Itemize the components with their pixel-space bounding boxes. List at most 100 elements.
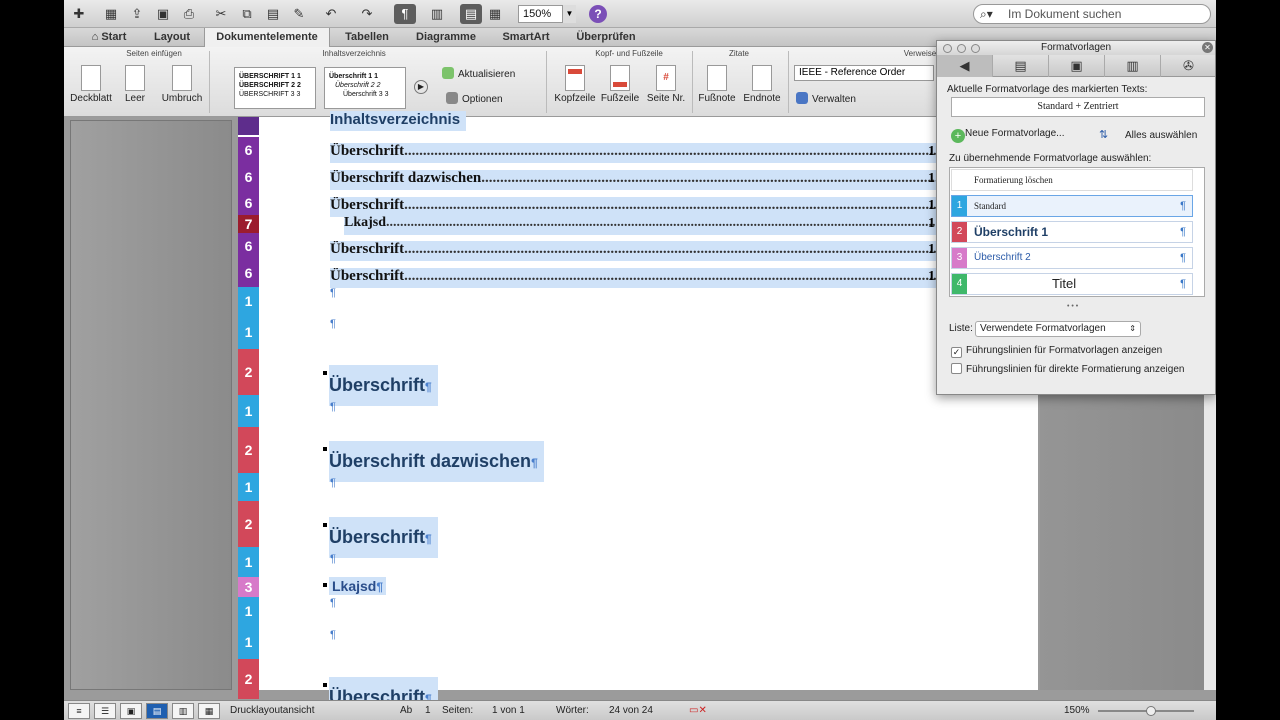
publishing-view-icon[interactable]: ▣: [120, 703, 142, 719]
style-bar-segment: 1: [238, 315, 259, 349]
copy-icon[interactable]: ⧉: [236, 4, 258, 24]
toolbox-icon[interactable]: ▤: [460, 4, 482, 24]
style-bar-segment: 2: [238, 427, 259, 473]
palette-title: Formatvorlagen: [1040, 42, 1112, 53]
media-browser-icon[interactable]: ▦: [484, 4, 506, 24]
guides-styles-checkbox[interactable]: ✓ Führungslinien für Formatvorlagen anzei…: [951, 345, 1162, 358]
toc-gallery-item-classic[interactable]: ÜBERSCHRIFT 1 1 ÜBERSCHRIFT 2 2 ÜBERSCHR…: [234, 67, 316, 109]
fussnote-button[interactable]: Fußnote: [696, 65, 738, 104]
aktualisieren-button[interactable]: Aktualisieren: [442, 67, 515, 80]
style-name: Titel: [1052, 276, 1077, 291]
kopfzeile-button[interactable]: Kopfzeile: [552, 65, 598, 104]
tab-start[interactable]: ⌂ Start: [84, 28, 134, 47]
draft-view-icon[interactable]: ≡: [68, 703, 90, 719]
outline-view-icon[interactable]: ☰: [94, 703, 116, 719]
style-item[interactable]: 4 Titel ¶: [951, 273, 1193, 295]
help-icon[interactable]: ?: [589, 5, 607, 23]
toc-entry[interactable]: Überschrift dazwischen..................…: [330, 170, 940, 190]
templates-icon[interactable]: ▦: [100, 4, 122, 24]
deckblatt-button[interactable]: Deckblatt: [68, 65, 114, 104]
minimize-dot-icon[interactable]: [957, 44, 966, 53]
paste-icon[interactable]: ▤: [262, 4, 284, 24]
zoom-dot-icon[interactable]: [971, 44, 980, 53]
heading[interactable]: Überschrift¶: [329, 517, 438, 558]
status-zoom: 150%: [1064, 705, 1090, 716]
tab-dokumentelemente[interactable]: Dokumentelemente: [204, 28, 330, 48]
tab-tabellen[interactable]: Tabellen: [334, 28, 400, 47]
new-style-button[interactable]: + Neue Formatvorlage...: [951, 128, 1065, 143]
keep-with-next-marker: [323, 371, 327, 375]
citation-style-select[interactable]: IEEE - Reference Order: [794, 65, 934, 81]
toc-entry[interactable]: Überschrift.............................…: [330, 268, 940, 288]
styles-tab-icon[interactable]: ◀: [937, 55, 993, 77]
toc-page-number: 1: [928, 171, 935, 186]
new-style-label: Neue Formatvorlage...: [965, 128, 1065, 139]
toc-num: 1: [296, 73, 301, 80]
gallery-next-icon[interactable]: ▶: [414, 80, 428, 94]
open-icon[interactable]: ⇪: [126, 4, 148, 24]
fusszeile-button[interactable]: Fußzeile: [600, 65, 640, 104]
heading[interactable]: Lkajsd¶: [329, 577, 387, 595]
undo-icon[interactable]: ↶: [320, 4, 342, 24]
sidebar-icon[interactable]: ▥: [426, 4, 448, 24]
toc-gallery-item-modern[interactable]: Überschrift 1 1 Überschrift 2 2 Überschr…: [324, 67, 406, 109]
heading-text: Überschrift dazwischen: [329, 451, 532, 471]
style-bar-segment: 6: [238, 164, 259, 191]
select-all-button[interactable]: ⇅ Alles auswählen: [1099, 128, 1197, 141]
heading[interactable]: Überschrift dazwischen¶: [329, 441, 544, 482]
compatibility-tab-icon[interactable]: ✇: [1161, 55, 1216, 77]
more-dots: • • •: [1067, 303, 1079, 310]
redo-icon[interactable]: ↷: [356, 4, 378, 24]
style-bar-segment: 1: [238, 597, 259, 625]
clear-formatting-item[interactable]: Formatierung löschen: [951, 169, 1193, 191]
close-dot-icon[interactable]: [943, 44, 952, 53]
chevron-down-icon[interactable]: ▼: [562, 5, 576, 23]
search-input[interactable]: ⌕▾ Im Dokument suchen: [973, 4, 1211, 24]
list-filter-select[interactable]: Verwendete Formatvorlagen ⇕: [975, 321, 1141, 337]
citations-tab-icon[interactable]: ▤: [993, 55, 1049, 77]
toc-entry[interactable]: Überschrift.............................…: [330, 241, 940, 261]
toc-leader: ........................................…: [386, 215, 940, 230]
tab-ueberpruefen[interactable]: Überprüfen: [566, 28, 646, 47]
reference-tools-tab-icon[interactable]: ▥: [1105, 55, 1161, 77]
fullscreen-view-icon[interactable]: ▦: [198, 703, 220, 719]
print-layout-view-icon[interactable]: ▤: [146, 703, 168, 719]
toc-entry-text: Überschrift: [330, 241, 405, 257]
style-item[interactable]: 2 Überschrift 1 ¶: [951, 221, 1193, 243]
zoom-slider-thumb[interactable]: [1146, 706, 1156, 716]
select-all-label: Alles auswählen: [1125, 130, 1198, 141]
seite-nr-button[interactable]: # Seite Nr.: [644, 65, 688, 104]
optionen-button[interactable]: Optionen: [446, 92, 503, 105]
palette-close-icon[interactable]: ✕: [1202, 42, 1213, 53]
save-icon[interactable]: ▣: [152, 4, 174, 24]
group-seiten-einfuegen: Seiten einfügen: [126, 49, 182, 58]
format-painter-icon[interactable]: ✎: [288, 4, 310, 24]
tab-layout[interactable]: Layout: [144, 28, 200, 47]
style-item[interactable]: 3 Überschrift 2 ¶: [951, 247, 1193, 269]
spelling-icon[interactable]: ▭✕: [689, 705, 707, 716]
verwalten-button[interactable]: Verwalten: [796, 92, 856, 105]
tab-diagramme[interactable]: Diagramme: [404, 28, 488, 47]
leer-button[interactable]: Leer: [120, 65, 150, 104]
show-pilcrow-icon[interactable]: ¶: [394, 4, 416, 24]
cut-icon[interactable]: ✂: [210, 4, 232, 24]
endnote-button[interactable]: Endnote: [742, 65, 782, 104]
toc-entry[interactable]: Lkajsd..................................…: [344, 215, 940, 235]
style-item[interactable]: 1 Standard ¶: [951, 195, 1193, 217]
tab-smartart[interactable]: SmartArt: [492, 28, 560, 47]
pilcrow-mark: ¶: [330, 553, 336, 565]
new-document-icon[interactable]: ✚: [68, 4, 90, 24]
notebook-view-icon[interactable]: ▥: [172, 703, 194, 719]
scrapbook-tab-icon[interactable]: ▣: [1049, 55, 1105, 77]
vertical-scrollbar[interactable]: [1204, 395, 1216, 690]
toc-entry[interactable]: Überschrift.............................…: [330, 197, 940, 217]
guides-direct-checkbox[interactable]: Führungslinien für direkte Formatierung …: [951, 363, 1184, 375]
document-page[interactable]: 666766112121213112 Inhaltsverzeichnis Üb…: [238, 111, 1038, 707]
header-icon: [565, 65, 585, 91]
print-icon[interactable]: ⎙: [178, 4, 200, 24]
hash-glyph: #: [663, 72, 669, 83]
heading[interactable]: Überschrift¶: [329, 365, 438, 406]
umbruch-button[interactable]: Umbruch: [160, 65, 204, 104]
toc-entry[interactable]: Überschrift.............................…: [330, 143, 940, 163]
heading-text: Überschrift: [329, 527, 426, 547]
